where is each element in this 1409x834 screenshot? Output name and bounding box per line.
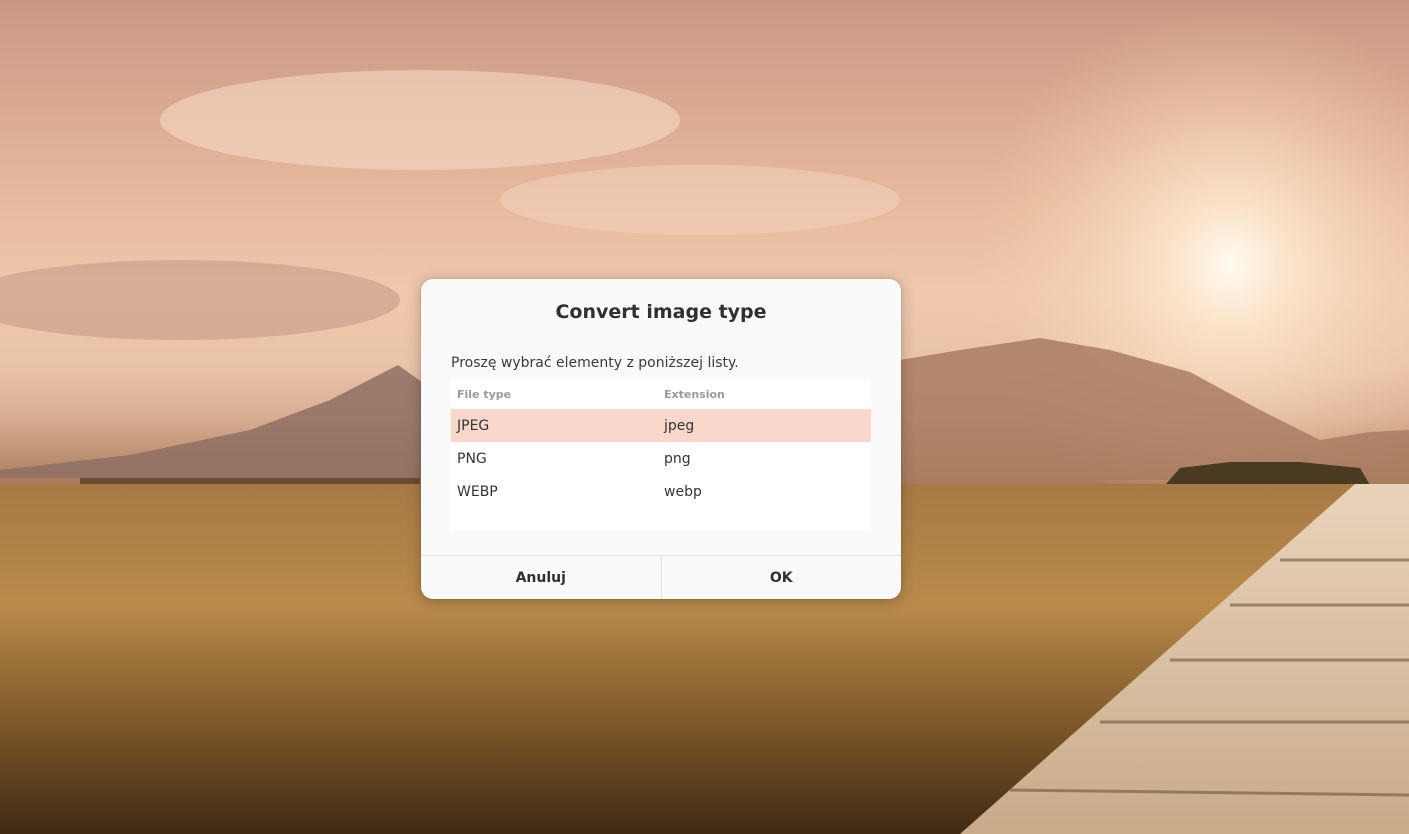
- dialog-button-bar: Anuluj OK: [421, 555, 901, 599]
- list-row-png[interactable]: PNG png: [451, 442, 871, 475]
- cancel-button[interactable]: Anuluj: [421, 556, 661, 599]
- row-extension: png: [664, 450, 691, 467]
- ok-button[interactable]: OK: [660, 556, 902, 599]
- row-file-type: WEBP: [457, 483, 498, 500]
- list-row-jpeg[interactable]: JPEG jpeg: [451, 409, 871, 442]
- file-type-list: File type Extension JPEG jpeg PNG png WE…: [451, 379, 871, 531]
- list-header: File type Extension: [451, 379, 871, 409]
- row-extension: jpeg: [664, 417, 695, 434]
- row-extension: webp: [664, 483, 702, 500]
- column-header-extension[interactable]: Extension: [658, 388, 871, 401]
- dialog-title: Convert image type: [555, 301, 767, 323]
- column-header-file-type[interactable]: File type: [451, 388, 658, 401]
- dialog-message: Proszę wybrać elementy z poniższej listy…: [451, 355, 739, 371]
- convert-image-type-dialog: Convert image type Proszę wybrać element…: [421, 279, 901, 599]
- list-row-webp[interactable]: WEBP webp: [451, 475, 871, 508]
- row-file-type: PNG: [457, 450, 487, 467]
- row-file-type: JPEG: [457, 417, 490, 434]
